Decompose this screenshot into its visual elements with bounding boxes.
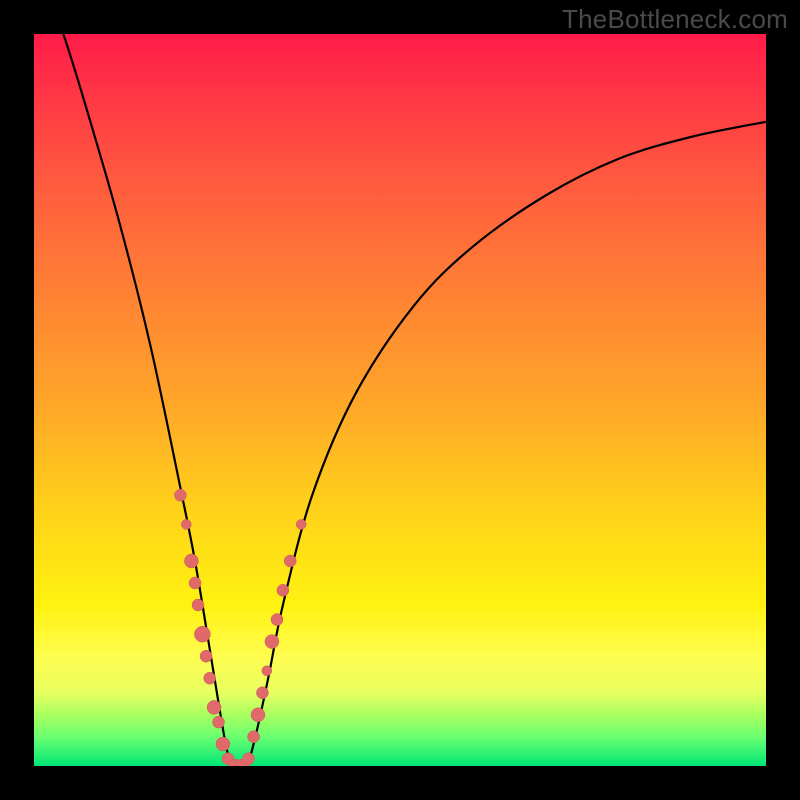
sample-dot	[204, 672, 216, 684]
sample-dot	[277, 584, 289, 596]
sample-dot	[184, 554, 198, 568]
sample-dot	[207, 700, 221, 714]
sample-dot	[200, 650, 212, 662]
sample-dot	[174, 489, 186, 501]
sample-dot	[265, 635, 279, 649]
chart-frame: TheBottleneck.com	[0, 0, 800, 800]
sample-dot	[194, 626, 210, 642]
sample-dot	[262, 666, 272, 676]
plot-area	[34, 34, 766, 766]
sample-dot	[192, 599, 204, 611]
sample-dot	[248, 731, 260, 743]
sample-dot	[243, 753, 255, 765]
watermark-text: TheBottleneck.com	[562, 4, 788, 35]
curve-layer	[34, 34, 766, 766]
sample-dot	[256, 687, 268, 699]
sample-dot	[181, 519, 191, 529]
bottleneck-curve	[34, 34, 766, 766]
sample-dot	[216, 737, 230, 751]
sample-dot	[284, 555, 296, 567]
sample-dot	[189, 577, 201, 589]
sample-dots-group	[174, 489, 306, 766]
sample-dot	[251, 708, 265, 722]
sample-dot	[271, 614, 283, 626]
sample-dot	[296, 519, 306, 529]
sample-dot	[213, 716, 225, 728]
